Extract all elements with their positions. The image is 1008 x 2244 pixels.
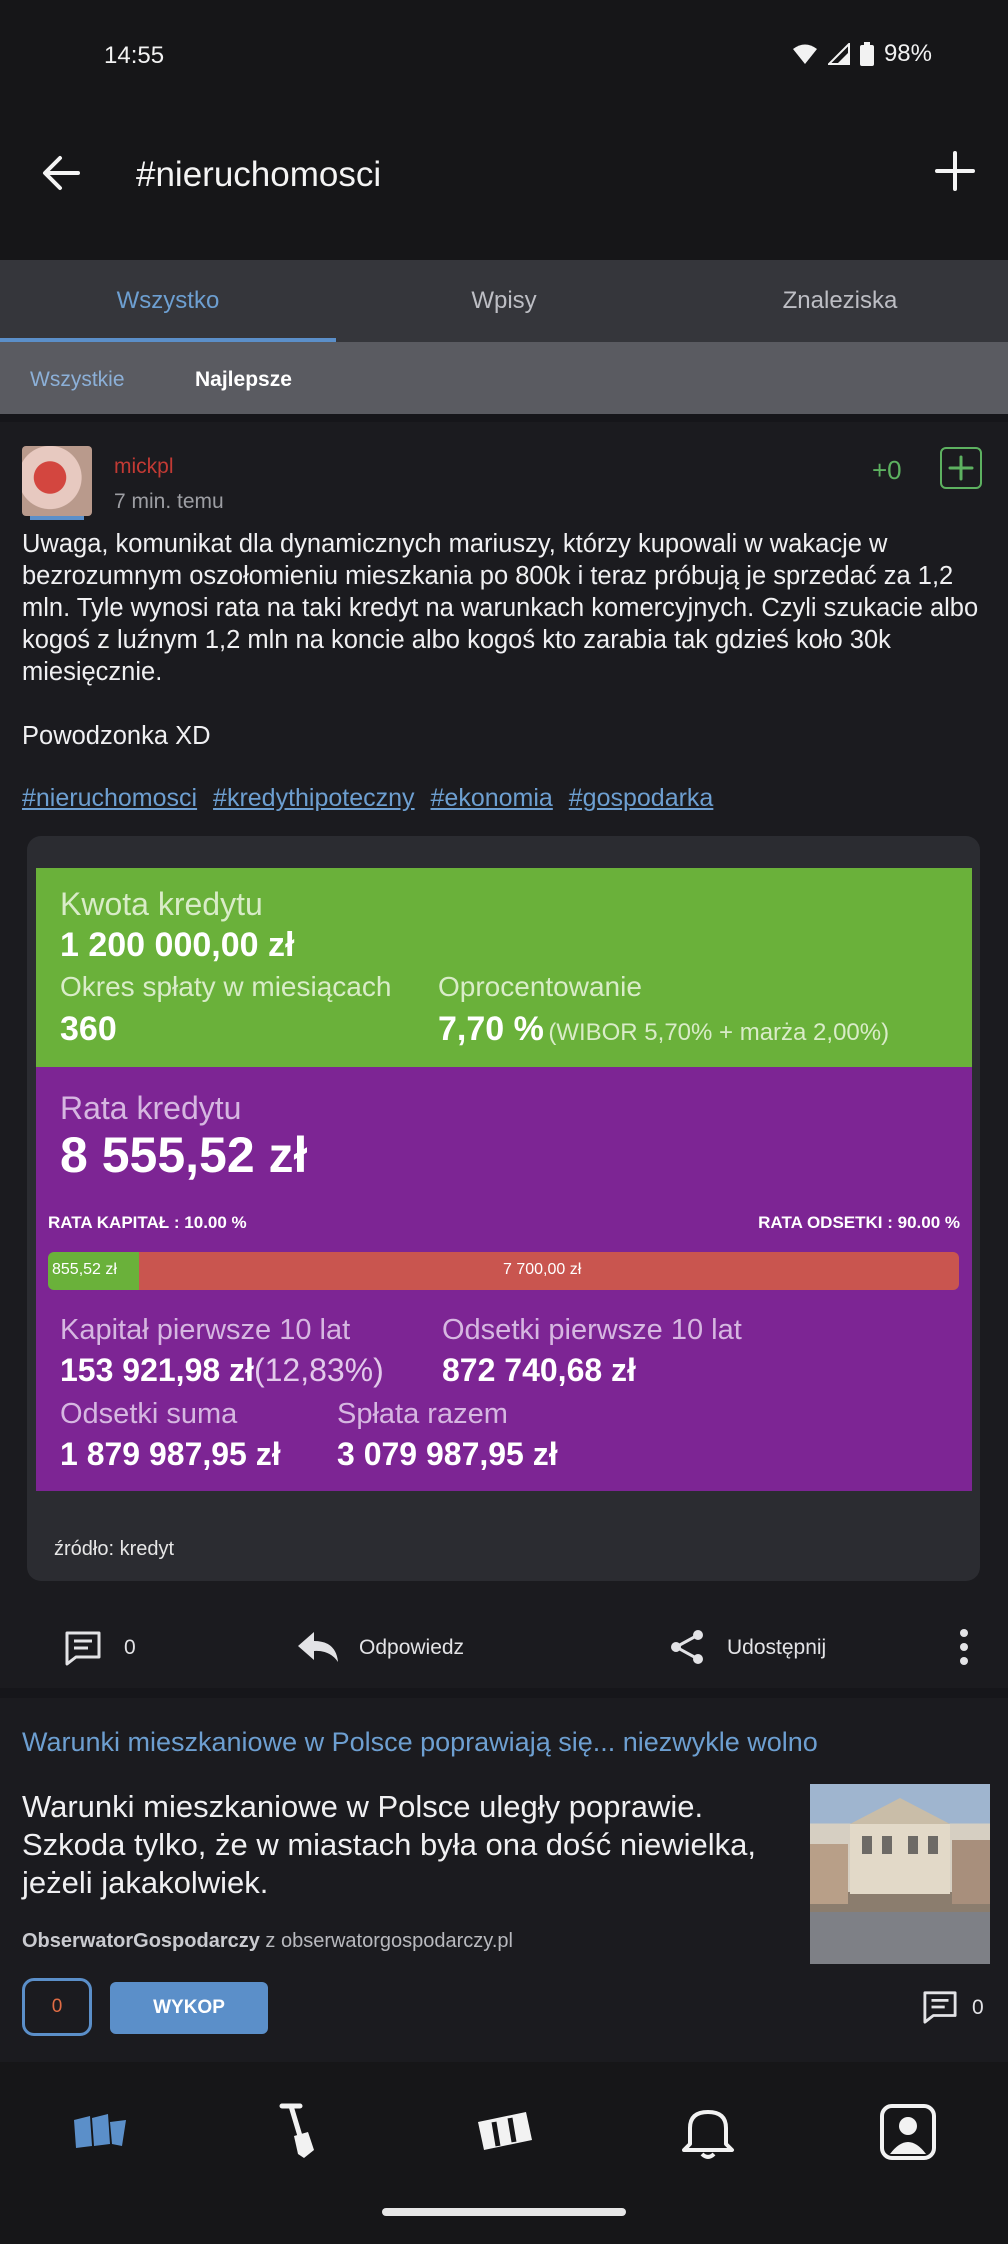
- tab-znaleziska[interactable]: Znaleziska: [672, 260, 1008, 342]
- interest10-value: 872 740,68 zł: [442, 1352, 636, 1388]
- subtab-bar: [0, 342, 1008, 414]
- link-author[interactable]: ObserwatorGospodarczy: [22, 1930, 260, 1952]
- tag-list: #nieruchomosci #kredythipoteczny #ekonom…: [22, 784, 722, 813]
- rate-detail: (WIBOR 5,70% + marża 2,00%): [548, 1019, 890, 1046]
- embedded-image[interactable]: Kwota kredytu 1 200 000,00 zł Okres spła…: [36, 868, 972, 1491]
- wykop-home-icon[interactable]: [68, 2100, 132, 2164]
- comment-icon[interactable]: [64, 1630, 102, 1666]
- post-time: 7 min. temu: [114, 490, 224, 513]
- tag-link[interactable]: #gospodarka: [569, 784, 714, 812]
- post-author[interactable]: mickpl: [114, 455, 174, 479]
- tab-bar: Wszystko Wpisy Znaleziska: [0, 260, 1008, 342]
- share-button[interactable]: Udostępnij: [727, 1636, 826, 1660]
- post-paragraph: Powodzonka XD: [22, 722, 211, 750]
- subtab-wszystkie[interactable]: Wszystkie: [30, 368, 125, 392]
- battery-icon: [859, 42, 874, 66]
- shovel-icon[interactable]: [270, 2100, 334, 2164]
- signal-icon: [827, 43, 850, 65]
- profile-icon[interactable]: [876, 2100, 940, 2164]
- back-arrow-icon[interactable]: [38, 150, 84, 196]
- rate-label: Oprocentowanie: [438, 971, 642, 1002]
- vote-count: +0: [872, 455, 902, 485]
- status-time: 14:55: [104, 42, 165, 69]
- post-paragraph: Uwaga, komunikat dla dynamicznych marius…: [22, 530, 979, 686]
- link-domain: z obserwatorgospodarczy.pl: [265, 1930, 513, 1952]
- period-label: Okres spłaty w miesiącach: [60, 971, 392, 1002]
- link-comment-count[interactable]: 0: [972, 1996, 984, 2020]
- bell-icon[interactable]: [676, 2100, 740, 2164]
- installment-value: 8 555,52 zł: [60, 1127, 308, 1183]
- period-value: 360: [60, 1010, 117, 1048]
- interest-total-value: 1 879 987,95 zł: [60, 1436, 281, 1472]
- post-body: Uwaga, komunikat dla dynamicznych marius…: [22, 528, 982, 752]
- more-icon[interactable]: [958, 1628, 970, 1666]
- home-indicator[interactable]: [382, 2208, 626, 2216]
- battery-level: 98%: [883, 40, 932, 67]
- capital-share-label: RATA KAPITAŁ : 10.00 %: [48, 1213, 247, 1232]
- wifi-icon: [792, 44, 817, 64]
- status-icons: 98%: [792, 40, 932, 68]
- rate-value: 7,70 %: [438, 1010, 544, 1048]
- interest-total-label: Odsetki suma: [60, 1398, 238, 1430]
- page-title: #nieruchomosci: [136, 155, 382, 194]
- building-thumbnail-art: [810, 1798, 990, 1964]
- capital10-row: 153 921,98 zł(12,83%): [60, 1352, 384, 1389]
- tag-link[interactable]: #ekonomia: [431, 784, 553, 812]
- amount-value: 1 200 000,00 zł: [60, 926, 295, 964]
- tab-wszystko[interactable]: Wszystko: [0, 260, 336, 342]
- interest-part: 7 700,00 zł: [503, 1261, 582, 1278]
- reply-icon[interactable]: [296, 1630, 340, 1664]
- subtab-najlepsze[interactable]: Najlepsze: [195, 368, 292, 392]
- link-source: ObserwatorGospodarczy z obserwatorgospod…: [22, 1930, 513, 1953]
- total-value: 3 079 987,95 zł: [337, 1436, 558, 1472]
- tab-wpisy[interactable]: Wpisy: [336, 260, 672, 342]
- avatar-underline: [30, 516, 84, 520]
- link-title[interactable]: Warunki mieszkaniowe w Polsce poprawiają…: [22, 1727, 818, 1758]
- total-label: Spłata razem: [337, 1398, 508, 1430]
- reply-button[interactable]: Odpowiedz: [359, 1636, 464, 1660]
- embed-source[interactable]: źródło: kredyt: [54, 1538, 174, 1561]
- link-comment-icon[interactable]: [922, 1990, 958, 2024]
- upvote-button[interactable]: [940, 447, 982, 489]
- comment-count[interactable]: 0: [124, 1636, 136, 1660]
- rate-row: 7,70 % (WIBOR 5,70% + marża 2,00%): [438, 1010, 889, 1049]
- interest-share-label: RATA ODSETKI : 90.00 %: [758, 1213, 960, 1232]
- share-icon[interactable]: [668, 1628, 706, 1666]
- microblog-icon[interactable]: [472, 2100, 536, 2164]
- tag-link[interactable]: #kredythipoteczny: [213, 784, 415, 812]
- plus-icon: [948, 455, 974, 481]
- installment-label: Rata kredytu: [60, 1090, 242, 1126]
- amount-label: Kwota kredytu: [60, 886, 263, 922]
- link-vote-count: 0: [22, 1978, 92, 2036]
- wykop-button[interactable]: WYKOP: [110, 1982, 268, 2034]
- interest10-label: Odsetki pierwsze 10 lat: [442, 1314, 742, 1346]
- add-icon[interactable]: [934, 150, 976, 192]
- avatar[interactable]: [22, 446, 92, 516]
- capital-part: 855,52 zł: [52, 1261, 117, 1278]
- tag-link[interactable]: #nieruchomosci: [22, 784, 197, 812]
- capital10-label: Kapitał pierwsze 10 lat: [60, 1314, 351, 1346]
- link-thumbnail[interactable]: [810, 1784, 990, 1964]
- capital10-value: 153 921,98 zł: [60, 1352, 254, 1388]
- capital10-pct: (12,83%): [253, 1352, 384, 1388]
- link-description: Warunki mieszkaniowe w Polsce uległy pop…: [22, 1789, 757, 1900]
